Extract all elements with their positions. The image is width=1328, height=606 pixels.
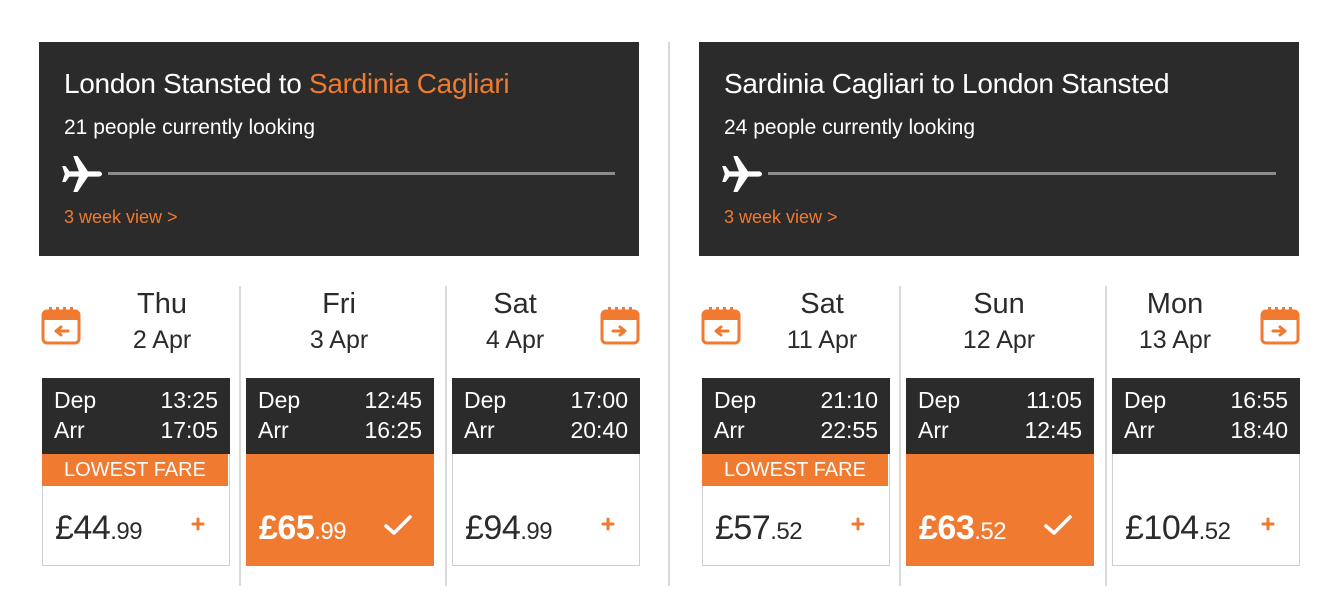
journey-line xyxy=(768,172,1276,175)
dep-label: Dep xyxy=(714,387,757,413)
fare-card[interactable]: Dep 13:25 Arr 17:05 LOWEST FARE £44.99 xyxy=(42,378,230,566)
flight-times: Dep 11:05 Arr 12:45 xyxy=(906,378,1094,454)
dep-label: Dep xyxy=(258,387,301,413)
arr-time: 20:40 xyxy=(570,417,628,443)
day-name: Mon xyxy=(1146,288,1204,320)
flight-times: Dep 12:45 Arr 16:25 xyxy=(246,378,434,454)
arr-label: Arr xyxy=(54,417,85,443)
day-date: 3 Apr xyxy=(309,326,369,354)
fare-price: £65.99 xyxy=(259,509,347,548)
checkmark-icon xyxy=(384,515,412,535)
fare-card-selected[interactable]: Dep 11:05 Arr 12:45 £63.52 xyxy=(906,378,1094,566)
dep-time: 21:10 xyxy=(820,387,878,413)
day-column: Fri 3 Apr Dep 12:45 Arr 16:25 £65.99 xyxy=(239,286,434,586)
fare-price: £44.99 xyxy=(55,509,143,548)
price-pounds: £57 xyxy=(715,509,771,547)
dep-time: 16:55 xyxy=(1230,387,1288,413)
route-destination: Sardinia Cagliari xyxy=(308,68,510,99)
checkmark-icon xyxy=(1044,515,1072,535)
fare-card[interactable]: Dep 21:10 Arr 22:55 LOWEST FARE £57.52 xyxy=(702,378,890,566)
people-looking: 21 people currently looking xyxy=(64,116,315,139)
flight-times: Dep 16:55 Arr 18:40 xyxy=(1112,378,1300,454)
fare-price: £94.99 xyxy=(465,509,553,548)
day-column: Sun 12 Apr Dep 11:05 Arr 12:45 £63.52 xyxy=(899,286,1094,586)
arr-time: 18:40 xyxy=(1230,417,1288,443)
day-date: 2 Apr xyxy=(132,326,192,354)
fare-card[interactable]: Dep 16:55 Arr 18:40 £104.52 xyxy=(1112,378,1300,566)
day-column: Mon 13 Apr Dep 16:55 Arr 18:40 £104.52 xyxy=(1105,286,1300,586)
price-pence: .52 xyxy=(1198,518,1231,545)
arr-label: Arr xyxy=(258,417,289,443)
fare-card-selected[interactable]: Dep 12:45 Arr 16:25 £65.99 xyxy=(246,378,434,566)
dep-label: Dep xyxy=(918,387,961,413)
day-date: 12 Apr xyxy=(962,326,1036,354)
day-column: Thu 2 Apr Dep 13:25 Arr 17:05 LOWEST FARE … xyxy=(40,286,230,586)
price-pence: .99 xyxy=(314,518,347,545)
route-title: London Stansted to Sardinia Cagliari xyxy=(64,68,510,100)
price-pence: .52 xyxy=(770,518,803,545)
fare-price: £57.52 xyxy=(715,509,803,548)
day-date: 4 Apr xyxy=(485,326,545,354)
route-title: Sardinia Cagliari to London Stansted xyxy=(724,68,1170,100)
plane-icon xyxy=(62,156,102,192)
price-pounds: £63 xyxy=(919,509,975,547)
arr-label: Arr xyxy=(918,417,949,443)
flight-times: Dep 17:00 Arr 20:40 xyxy=(452,378,640,454)
day-name: Sat xyxy=(800,288,844,320)
journey-line xyxy=(108,172,615,175)
outbound-header: London Stansted to Sardinia Cagliari 21 … xyxy=(39,42,639,256)
day-name: Sun xyxy=(973,288,1025,320)
price-pence: .99 xyxy=(110,518,143,545)
return-header: Sardinia Cagliari to London Stansted 24 … xyxy=(699,42,1299,256)
price-pounds: £94 xyxy=(465,509,521,547)
plane-icon xyxy=(722,156,762,192)
plus-icon[interactable] xyxy=(599,515,617,533)
dep-time: 17:00 xyxy=(570,387,628,413)
plus-icon[interactable] xyxy=(849,515,867,533)
dep-label: Dep xyxy=(464,387,507,413)
flight-times: Dep 13:25 Arr 17:05 xyxy=(42,378,230,454)
arr-time: 22:55 xyxy=(820,417,878,443)
day-name: Thu xyxy=(137,288,187,320)
route-origin: London Stansted to xyxy=(64,68,309,99)
route-origin: Sardinia Cagliari to London Stansted xyxy=(724,68,1170,99)
arr-time: 17:05 xyxy=(160,417,218,443)
plus-icon[interactable] xyxy=(1259,515,1277,533)
dep-label: Dep xyxy=(1124,387,1167,413)
fare-price: £63.52 xyxy=(919,509,1007,548)
day-column: Sat 11 Apr Dep 21:10 Arr 22:55 LOWEST FARE… xyxy=(700,286,890,586)
price-pounds: £104 xyxy=(1125,509,1199,547)
arr-label: Arr xyxy=(464,417,495,443)
price-pounds: £44 xyxy=(55,509,111,547)
three-week-view-link[interactable]: 3 week view > xyxy=(64,207,178,228)
return-panel: Sardinia Cagliari to London Stansted 24 … xyxy=(699,0,1300,606)
lowest-fare-badge: LOWEST FARE xyxy=(42,454,228,486)
arr-time: 12:45 xyxy=(1024,417,1082,443)
fare-price: £104.52 xyxy=(1125,509,1231,548)
dep-time: 11:05 xyxy=(1026,387,1082,413)
panel-divider xyxy=(668,42,670,586)
dep-time: 13:25 xyxy=(160,387,218,413)
day-date: 11 Apr xyxy=(786,326,858,354)
day-name: Fri xyxy=(322,288,356,320)
arr-time: 16:25 xyxy=(364,417,422,443)
day-column: Sat 4 Apr Dep 17:00 Arr 20:40 £94.99 xyxy=(445,286,640,586)
fare-card[interactable]: Dep 17:00 Arr 20:40 £94.99 xyxy=(452,378,640,566)
outbound-panel: London Stansted to Sardinia Cagliari 21 … xyxy=(39,0,640,606)
price-pence: .52 xyxy=(974,518,1007,545)
three-week-view-link[interactable]: 3 week view > xyxy=(724,207,838,228)
plus-icon[interactable] xyxy=(189,515,207,533)
dep-label: Dep xyxy=(54,387,97,413)
people-looking: 24 people currently looking xyxy=(724,116,975,139)
day-date: 13 Apr xyxy=(1138,326,1212,354)
lowest-fare-badge: LOWEST FARE xyxy=(702,454,888,486)
price-pounds: £65 xyxy=(259,509,315,547)
price-pence: .99 xyxy=(520,518,553,545)
day-name: Sat xyxy=(493,288,537,320)
flight-times: Dep 21:10 Arr 22:55 xyxy=(702,378,890,454)
arr-label: Arr xyxy=(1124,417,1155,443)
dep-time: 12:45 xyxy=(364,387,422,413)
arr-label: Arr xyxy=(714,417,745,443)
